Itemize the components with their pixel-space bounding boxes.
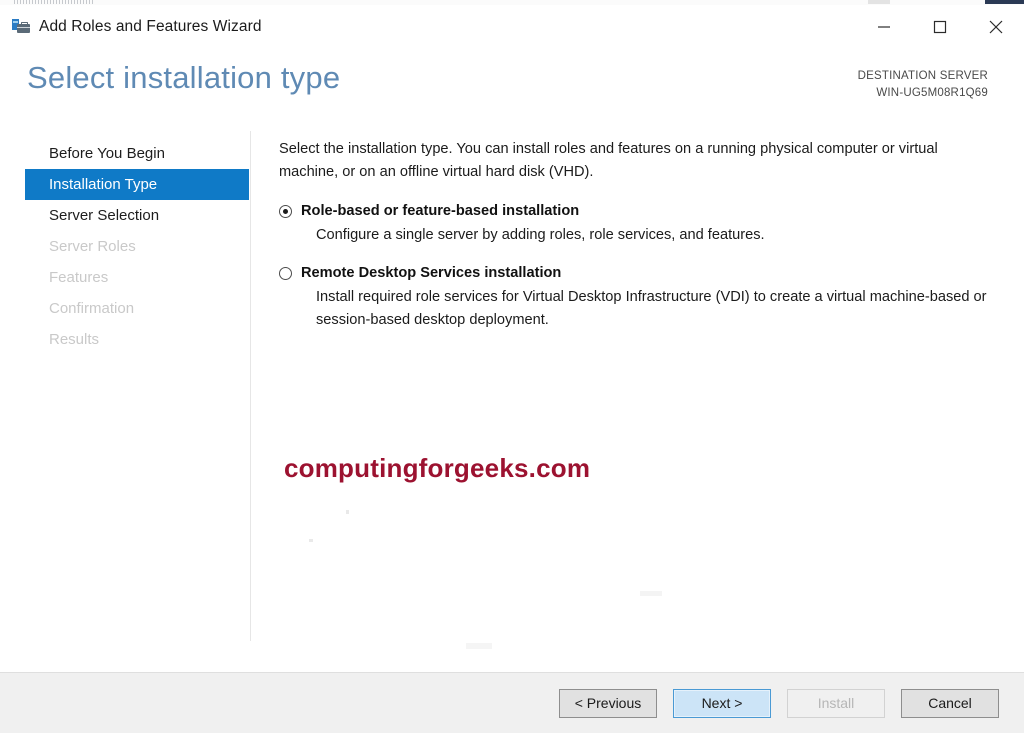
image-artifact bbox=[640, 591, 662, 596]
image-artifact bbox=[346, 510, 349, 514]
watermark: computingforgeeks.com bbox=[284, 453, 591, 483]
option-role-based-description: Configure a single server by adding role… bbox=[316, 227, 765, 243]
window-controls bbox=[856, 5, 1024, 48]
sidebar-item-results: Results bbox=[49, 331, 100, 348]
page-title: Select installation type bbox=[27, 60, 341, 95]
background-window-chip bbox=[985, 0, 1024, 4]
sidebar-item-installation-type[interactable]: Installation Type bbox=[25, 169, 249, 200]
destination-server-label: DESTINATION SERVER bbox=[857, 70, 988, 82]
image-artifact bbox=[309, 539, 313, 542]
option-role-based-installation[interactable]: Role-based or feature-based installation… bbox=[279, 201, 1004, 247]
wizard-step-nav: Before You Begin Installation Type Serve… bbox=[0, 131, 251, 641]
sidebar-item-features: Features bbox=[49, 269, 109, 286]
radio-remote-desktop-services[interactable] bbox=[279, 267, 292, 280]
option-remote-desktop-title: Remote Desktop Services installation bbox=[301, 265, 562, 281]
install-button: Install bbox=[787, 688, 885, 718]
radio-role-based-installation[interactable] bbox=[279, 205, 292, 218]
wizard-content: Select the installation type. You can in… bbox=[251, 131, 1024, 672]
sidebar-item-server-selection[interactable]: Server Selection bbox=[25, 200, 249, 231]
cancel-button[interactable]: Cancel bbox=[901, 688, 999, 718]
sidebar-item-before-you-begin[interactable]: Before You Begin bbox=[25, 138, 249, 169]
destination-server-name: WIN-UG5M08R1Q69 bbox=[876, 87, 988, 99]
destination-server-info: DESTINATION SERVER WIN-UG5M08R1Q69 bbox=[858, 68, 988, 102]
sidebar-item-confirmation: Confirmation bbox=[49, 300, 135, 317]
maximize-icon[interactable] bbox=[912, 5, 968, 48]
titlebar: Add Roles and Features Wizard bbox=[0, 5, 1024, 48]
background-window-chip bbox=[868, 0, 890, 4]
background-window-text bbox=[14, 0, 94, 4]
add-roles-and-features-wizard-window: Add Roles and Features Wizard Select ins… bbox=[0, 5, 1024, 733]
option-remote-desktop-description: Install required role services for Virtu… bbox=[316, 289, 987, 328]
wizard-footer: < Previous Next > Install Cancel bbox=[0, 672, 1024, 733]
sidebar-item-server-roles: Server Roles bbox=[49, 238, 136, 255]
previous-button[interactable]: < Previous bbox=[559, 688, 657, 718]
wizard-body: Before You Begin Installation Type Serve… bbox=[0, 131, 1024, 672]
intro-text: Select the installation type. You can in… bbox=[279, 141, 938, 180]
minimize-icon[interactable] bbox=[856, 5, 912, 48]
close-icon[interactable] bbox=[968, 5, 1024, 48]
option-role-based-title: Role-based or feature-based installation bbox=[301, 203, 580, 219]
option-remote-desktop-services-installation[interactable]: Remote Desktop Services installation Ins… bbox=[279, 263, 1004, 332]
wizard-header: Select installation type DESTINATION SER… bbox=[0, 48, 1024, 131]
server-roles-icon bbox=[12, 18, 30, 36]
window-title: Add Roles and Features Wizard bbox=[39, 17, 262, 35]
image-artifact bbox=[466, 643, 492, 649]
next-button[interactable]: Next > bbox=[673, 688, 771, 718]
